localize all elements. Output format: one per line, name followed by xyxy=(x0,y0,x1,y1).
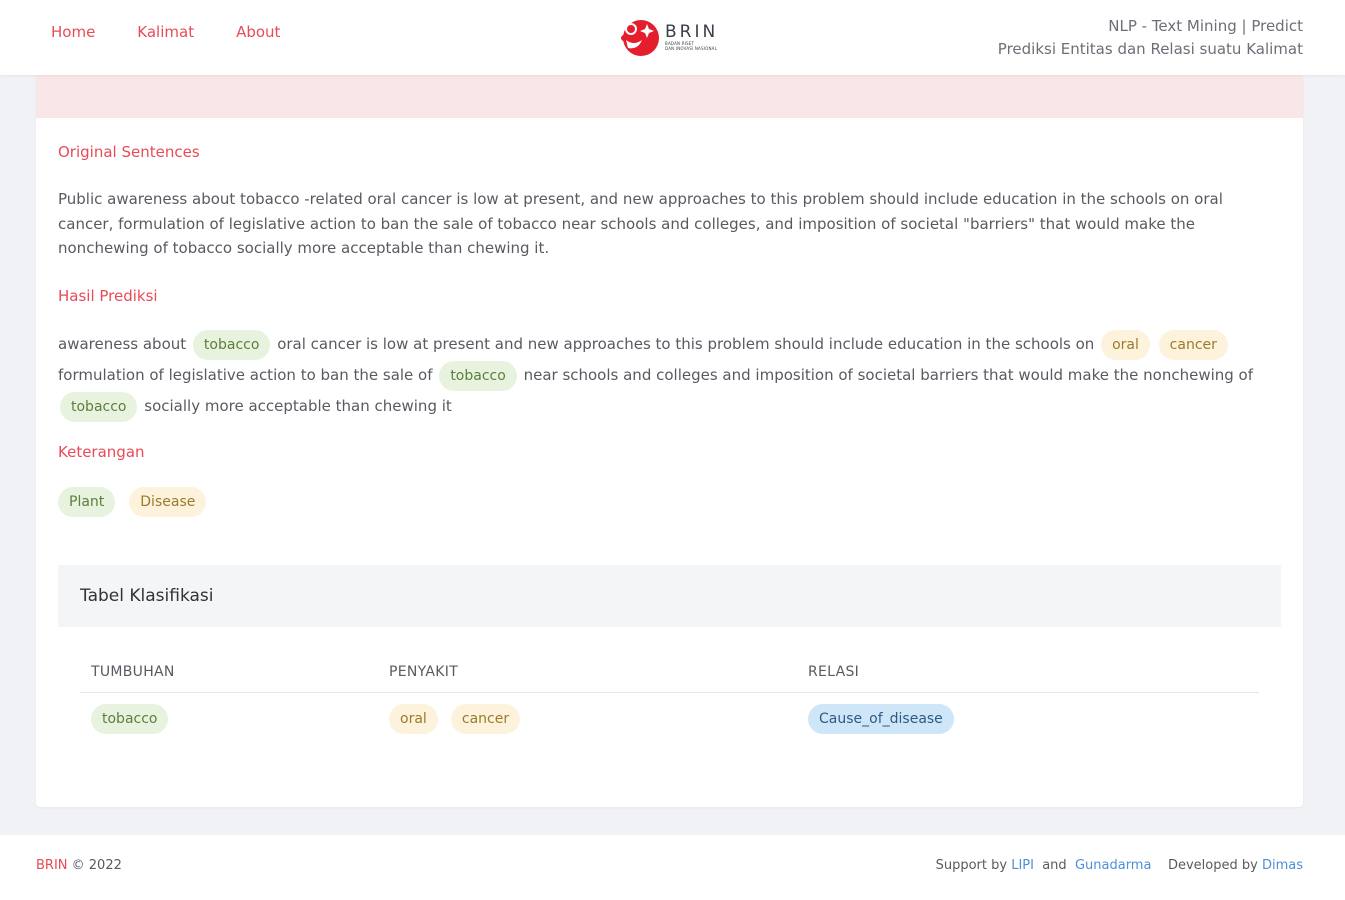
entity-plant-tag: tobacco xyxy=(192,330,271,360)
column-header-penyakit: PENYAKIT xyxy=(378,653,797,693)
footer: BRIN © 2022 Support by LIPI and Gunadarm… xyxy=(0,835,1345,900)
prediction-segment: near schools and colleges and imposition… xyxy=(523,366,1254,384)
cell-tumbuhan: tobacco xyxy=(80,692,378,746)
logo-text: BRIN BADAN RISET DAN INOVASI NASIONAL xyxy=(665,23,718,51)
entity-disease-tag: cancer xyxy=(1158,330,1228,360)
brin-logo[interactable]: BRIN BADAN RISET DAN INOVASI NASIONAL xyxy=(620,16,720,58)
table-row: tobacco oral cancer Cause_of_disease xyxy=(80,692,1259,746)
classification-table: TUMBUHAN PENYAKIT RELASI tobacco oral ca… xyxy=(80,653,1259,746)
nav-menu: Home Kalimat About xyxy=(51,22,322,42)
column-header-tumbuhan: TUMBUHAN xyxy=(80,653,378,693)
entity-plant-tag: tobacco xyxy=(60,392,138,422)
footer-copyright: BRIN © 2022 xyxy=(36,858,122,873)
relation-badge: Cause_of_disease xyxy=(808,704,954,735)
footer-credits: Support by LIPI and Gunadarma Developed … xyxy=(936,858,1303,873)
disease-entity-badge: cancer xyxy=(450,704,521,735)
nav-kalimat-link[interactable]: Kalimat xyxy=(137,22,194,42)
card-top-band xyxy=(36,75,1303,118)
legend-plant-badge: Plant xyxy=(58,487,116,517)
header-title: NLP - Text Mining | Predict xyxy=(1108,17,1303,35)
top-navbar: Home Kalimat About BRIN BADAN RISET DAN … xyxy=(0,0,1345,75)
prediction-segment: oral cancer is low at present and new ap… xyxy=(277,335,1095,353)
legend-disease-badge: Disease xyxy=(129,487,207,517)
support-label: Support by xyxy=(935,858,1008,873)
result-card: Original Sentences Public awareness abou… xyxy=(36,75,1303,807)
keterangan-title: Keterangan xyxy=(58,443,145,461)
cell-penyakit: oral cancer xyxy=(378,692,797,746)
header-subtitle: Prediksi Entitas dan Relasi suatu Kalima… xyxy=(997,40,1303,58)
classification-table-title: Tabel Klasifikasi xyxy=(58,565,1281,627)
table-header-row: TUMBUHAN PENYAKIT RELASI xyxy=(80,653,1259,693)
prediction-text: awareness about tobacco oral cancer is l… xyxy=(58,329,1283,422)
nav-home-link[interactable]: Home xyxy=(51,22,95,42)
entity-legend: Plant Disease xyxy=(58,487,207,517)
header-info: NLP - Text Mining | Predict Prediksi Ent… xyxy=(998,15,1303,61)
lipi-link[interactable]: LIPI xyxy=(1011,858,1034,873)
gunadarma-link[interactable]: Gunadarma xyxy=(1075,858,1151,873)
prediction-segment: formulation of legislative action to ban… xyxy=(58,366,433,384)
plant-entity-badge: tobacco xyxy=(91,704,169,735)
logo-subtitle-2: DAN INOVASI NASIONAL xyxy=(665,46,718,51)
logo-wordmark: BRIN xyxy=(665,22,719,42)
entity-disease-tag: oral xyxy=(1101,330,1150,360)
dimas-link[interactable]: Dimas xyxy=(1262,858,1303,873)
cell-relasi: Cause_of_disease xyxy=(797,692,1259,746)
column-header-relasi: RELASI xyxy=(797,653,1259,693)
copyright-text: © 2022 xyxy=(71,858,122,873)
brin-logo-icon xyxy=(621,20,659,56)
prediction-segment: awareness about xyxy=(58,335,187,353)
entity-plant-tag: tobacco xyxy=(439,361,517,391)
and-label: and xyxy=(1042,858,1067,873)
original-sentences-title: Original Sentences xyxy=(58,143,200,161)
developed-label: Developed by xyxy=(1167,858,1258,873)
prediction-segment: socially more acceptable than chewing it xyxy=(144,397,452,415)
nav-about-link[interactable]: About xyxy=(236,22,280,42)
prediction-title: Hasil Prediksi xyxy=(58,287,158,305)
original-sentence-text: Public awareness about tobacco -related … xyxy=(58,190,1223,257)
disease-entity-badge: oral xyxy=(389,704,438,735)
footer-brand-link[interactable]: BRIN xyxy=(36,858,68,873)
